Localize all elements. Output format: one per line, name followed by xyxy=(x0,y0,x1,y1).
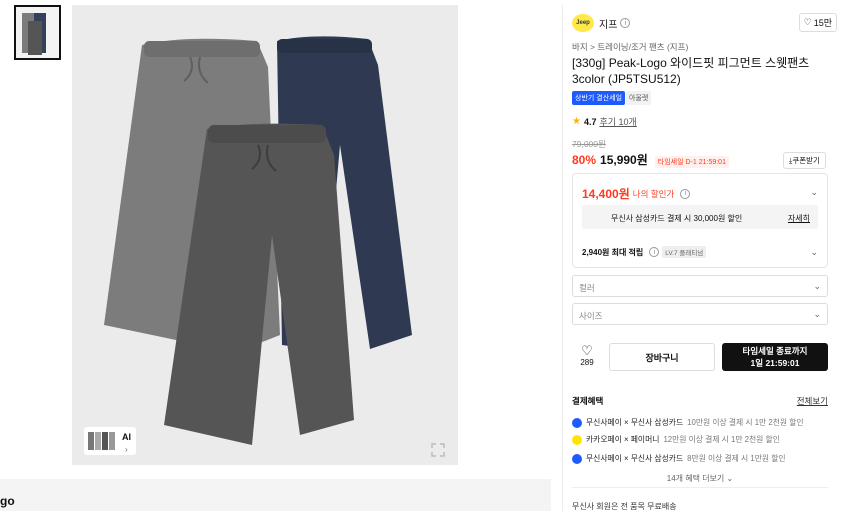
reviews-link[interactable]: 후기 10개 xyxy=(599,115,636,128)
card-discount-row: 무신사 삼성카드 결제 시 30,000원 할인 자세히 xyxy=(582,205,818,229)
heart-icon: ♡ xyxy=(581,343,593,358)
price-row: 80% 15,990원 타임세일 D-1 21:59:01 xyxy=(572,151,729,168)
cart-button[interactable]: 장바구니 xyxy=(609,343,715,371)
buy-button-line1: 타임세일 종료까지 xyxy=(742,346,808,356)
brand-name[interactable]: 지프 xyxy=(599,16,617,31)
view-all-link[interactable]: 전체보기 xyxy=(797,395,828,407)
kakao-pay-icon xyxy=(572,434,582,445)
card-discount-text: 무신사 삼성카드 결제 시 30,000원 할인 xyxy=(611,214,743,223)
chevron-right-icon: › xyxy=(125,445,128,454)
my-price-label: 나의 할인가 xyxy=(632,188,675,199)
brand-logo[interactable]: Jeep xyxy=(572,14,594,32)
benefit-main: 무신사페이 × 무신사 삼성카드 xyxy=(586,454,684,463)
payment-benefits-title: 결제혜택 xyxy=(572,396,604,406)
benefit-item: 무신사페이 × 무신사 삼성카드 10만원 이상 결제 시 1만 2천원 할인 xyxy=(572,417,804,428)
outlet-badge: 아울렛 xyxy=(626,91,652,105)
chevron-down-icon: ⌄ xyxy=(726,474,734,483)
section-heading: go xyxy=(0,494,15,508)
card-detail-link[interactable]: 자세히 xyxy=(788,213,810,224)
timesale-badge: 타임세일 D-1 21:59:01 xyxy=(654,156,729,168)
like-count: 289 xyxy=(580,358,594,367)
my-price[interactable]: 14,400원 나의 할인가 i xyxy=(582,185,691,202)
chevron-down-icon[interactable]: ⌄ xyxy=(810,247,818,258)
free-shipping-text: 무신사 회원은 전 품목 무료배송 xyxy=(572,502,677,511)
benefit-sub: 12만원 이상 결제 시 1만 2천원 할인 xyxy=(663,435,780,444)
info-icon[interactable]: i xyxy=(649,247,660,257)
payment-benefits-header: 결제혜택 전체보기 xyxy=(572,395,828,407)
breadcrumb[interactable]: 바지 > 트레이닝/조거 팬츠 (지프) xyxy=(572,41,688,53)
heart-icon: ♡ xyxy=(803,17,812,27)
like-button[interactable]: ♡ 289 xyxy=(572,344,602,374)
rating: ★ 4.7 후기 10개 xyxy=(572,115,637,128)
points-text: 2,940원 최대 적립 xyxy=(582,247,644,257)
expand-icon[interactable] xyxy=(430,442,446,458)
star-icon: ★ xyxy=(572,116,581,127)
chevron-down-icon[interactable]: ⌄ xyxy=(810,187,818,198)
more-benefits-button[interactable]: 14개 혜택 더보기 ⌄ xyxy=(572,470,828,488)
color-select[interactable]: 컬러 ⌄ xyxy=(572,275,828,297)
coupon-button[interactable]: ⤓쿠폰받기 xyxy=(783,152,826,169)
musinsa-pay-icon xyxy=(572,417,582,428)
size-select[interactable]: 사이즈 ⌄ xyxy=(572,303,828,325)
discount-rate: 80% xyxy=(572,153,597,167)
level-badge: LV.7 플래티넘 xyxy=(662,246,707,258)
benefit-main: 무신사페이 × 무신사 삼성카드 xyxy=(586,418,684,427)
brand-row: Jeep 지프 i ♡ 15만 xyxy=(572,13,837,33)
brand-like-count: 15만 xyxy=(813,18,832,28)
product-thumbnail[interactable] xyxy=(14,5,61,60)
info-icon[interactable]: i xyxy=(680,188,691,199)
product-info-panel: Jeep 지프 i ♡ 15만 바지 > 트레이닝/조거 팬츠 (지프) [33… xyxy=(562,5,838,511)
chevron-down-icon: ⌄ xyxy=(813,309,821,319)
info-icon[interactable]: i xyxy=(620,18,631,28)
product-main-image[interactable]: AI › xyxy=(72,5,458,465)
brand-like-button[interactable]: ♡ 15만 xyxy=(798,13,837,32)
benefit-item: 카카오페이 × 페이머니 12만원 이상 결제 시 1만 2천원 할인 xyxy=(572,434,780,445)
benefit-sub: 10만원 이상 결제 시 1만 2천원 할인 xyxy=(687,418,804,427)
color-select-label: 컬러 xyxy=(579,283,595,293)
product-title: [330g] Peak-Logo 와이드핏 피그먼트 스웻팬츠 3color (… xyxy=(572,56,810,86)
musinsa-pay-icon xyxy=(572,453,582,464)
sale-badge: 상반기 결산세일 xyxy=(572,91,626,105)
thumbnail-list xyxy=(14,5,61,60)
coupon-label: 쿠폰받기 xyxy=(792,156,820,165)
benefit-sub: 8만원 이상 결제 시 1만원 할인 xyxy=(687,454,786,463)
original-price: 79,000원 xyxy=(572,139,606,149)
rating-score: 4.7 xyxy=(583,116,597,127)
more-benefits-label: 14개 혜택 더보기 xyxy=(666,474,725,483)
benefit-main: 카카오페이 × 페이머니 xyxy=(586,435,660,444)
ai-label: AI xyxy=(122,432,131,442)
size-select-label: 사이즈 xyxy=(579,311,603,321)
sale-price: 15,990원 xyxy=(600,153,648,167)
my-price-box: 14,400원 나의 할인가 i ⌄ 무신사 삼성카드 결제 시 30,000원… xyxy=(572,173,828,268)
benefit-item: 무신사페이 × 무신사 삼성카드 8만원 이상 결제 시 1만원 할인 xyxy=(572,453,786,464)
chevron-down-icon: ⌄ xyxy=(813,281,821,291)
my-price-amount: 14,400원 xyxy=(582,187,630,201)
points-row[interactable]: 2,940원 최대 적립 i LV.7 플래티넘 xyxy=(582,246,707,258)
buy-button-line2: 1일 21:59:01 xyxy=(750,358,800,368)
buy-button[interactable]: 타임세일 종료까지 1일 21:59:01 xyxy=(722,343,828,371)
section-divider xyxy=(0,479,551,511)
